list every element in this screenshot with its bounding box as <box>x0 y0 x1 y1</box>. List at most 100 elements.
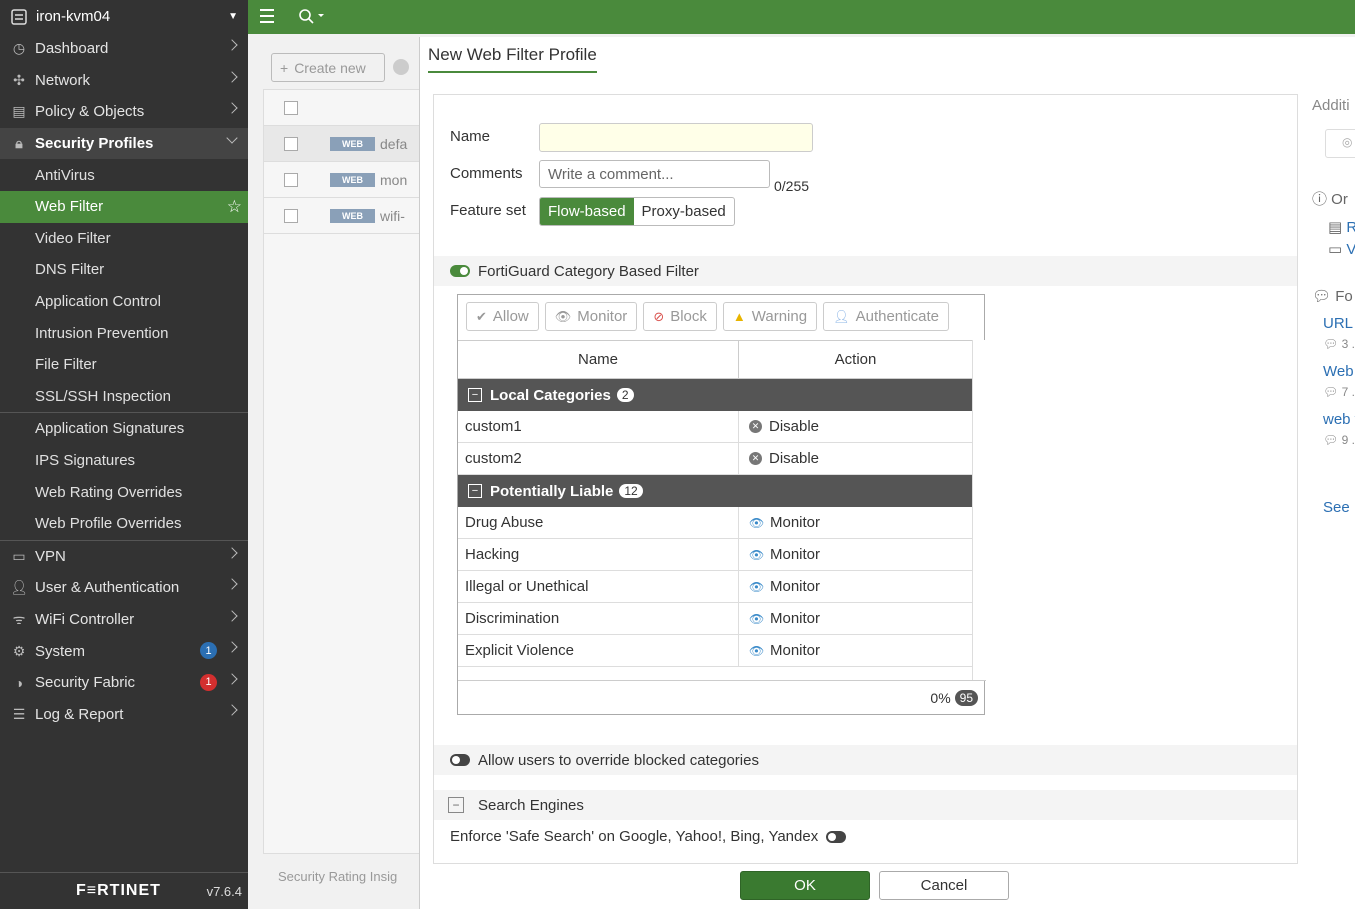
sidebar-item-intrusion-prevention[interactable]: Intrusion Prevention <box>0 317 248 349</box>
sidebar-item-application-control[interactable]: Application Control <box>0 286 248 318</box>
safe-search-toggle[interactable] <box>826 830 847 843</box>
forum-link[interactable]: URL I <box>1323 315 1355 332</box>
nav-security-profiles[interactable]: 🔒︎ Security Profiles <box>0 127 248 160</box>
nav-security-fabric[interactable]: ◑ Security Fabric 1 <box>0 667 248 699</box>
authenticate-button[interactable]: 👤︎ Authenticate <box>823 302 950 331</box>
sidebar-item-web-profile-overrides[interactable]: Web Profile Overrides <box>0 508 248 540</box>
profile-list-panel: + Create new WEB defa WEB mon WEB wifi- Secur… <box>248 34 423 909</box>
collapse-icon[interactable]: − <box>448 797 464 813</box>
category-action[interactable]: ✕ Disable <box>739 411 972 442</box>
sidebar-item-antivirus[interactable]: AntiVirus <box>0 159 248 191</box>
category-name: custom2 <box>458 443 739 474</box>
category-action[interactable]: 👁︎ Monitor <box>739 571 972 602</box>
sidebar-item-file-filter[interactable]: File Filter <box>0 349 248 381</box>
override-toggle[interactable] <box>450 754 470 766</box>
col-name-header[interactable]: Name <box>458 341 739 378</box>
comment-count-value: 3 . <box>1341 337 1355 351</box>
star-icon[interactable]: ☆ <box>227 197 242 217</box>
monitor-button[interactable]: 👁︎ Monitor <box>544 302 638 331</box>
nav-network[interactable]: ✣ Network <box>0 65 248 97</box>
forum-link[interactable]: Web <box>1323 363 1354 380</box>
collapse-icon[interactable]: − <box>468 484 482 498</box>
category-row[interactable]: Illegal or Unethical 👁︎ Monitor <box>458 571 972 603</box>
sidebar-item-dns-filter[interactable]: DNS Filter <box>0 254 248 286</box>
block-button[interactable]: ⊘ Block <box>643 302 717 331</box>
sidebar-item-web-filter[interactable]: Web Filter ☆ <box>0 190 248 223</box>
eye-icon[interactable]: ◎ <box>1325 129 1355 158</box>
table-row[interactable]: WEB defa <box>264 126 422 162</box>
row-checkbox[interactable] <box>284 172 298 187</box>
category-action[interactable]: 👁︎ Monitor <box>739 539 972 570</box>
search-engines-section: − Search Engines <box>434 790 1297 820</box>
allow-button[interactable]: ✔ Allow <box>466 302 539 331</box>
override-section: Allow users to override blocked categori… <box>434 745 1297 775</box>
sidebar-item-ips-signatures[interactable]: IPS Signatures <box>0 445 248 477</box>
user-icon: 👤︎ <box>10 579 28 596</box>
comments-textarea[interactable]: Write a comment... <box>539 160 770 188</box>
sidebar-item-label: Web Profile Overrides <box>35 515 182 533</box>
nav-log-report[interactable]: ☰ Log & Report <box>0 698 248 730</box>
category-row[interactable]: Hacking 👁︎ Monitor <box>458 539 972 571</box>
sidebar-item-video-filter[interactable]: Video Filter <box>0 223 248 255</box>
create-new-button[interactable]: + Create new <box>271 53 385 82</box>
reference-link[interactable]: ▤ R <box>1328 218 1355 236</box>
nav-dashboard[interactable]: ◷ Dashboard <box>0 33 248 65</box>
warning-button[interactable]: ▲ Warning <box>722 302 818 331</box>
chevron-right-icon <box>226 641 238 653</box>
row-checkbox[interactable] <box>284 208 298 223</box>
flow-based-option[interactable]: Flow-based <box>540 198 634 225</box>
table-row[interactable]: WEB mon <box>264 162 422 198</box>
action-label: Monitor <box>770 578 821 595</box>
comment-count: 💬︎ 9 . <box>1323 433 1355 447</box>
video-link[interactable]: ▭ V <box>1328 240 1355 258</box>
collapse-icon[interactable]: − <box>468 388 482 402</box>
top-bar <box>248 0 1355 34</box>
category-row[interactable]: custom1 ✕ Disable <box>458 411 972 443</box>
category-row[interactable]: Explicit Violence 👁︎ Monitor <box>458 635 972 667</box>
search-icon[interactable] <box>298 8 324 27</box>
category-row[interactable]: Drug Abuse 👁︎ Monitor <box>458 507 972 539</box>
policy-icon: ▤ <box>12 103 26 120</box>
table-row[interactable]: WEB wifi- <box>264 198 422 234</box>
fortiguard-toggle[interactable] <box>450 265 470 277</box>
select-all-checkbox[interactable] <box>284 100 298 115</box>
warning-icon: ▲ <box>732 309 746 324</box>
sidebar-item-label: SSL/SSH Inspection <box>35 387 171 405</box>
help-item: ⓘ Or <box>1312 188 1348 209</box>
forum-link[interactable]: web f <box>1323 411 1355 428</box>
nav-wifi-controller[interactable]: ᯤ WiFi Controller <box>0 604 248 636</box>
cancel-button[interactable]: Cancel <box>879 871 1009 900</box>
override-label: Allow users to override blocked categori… <box>478 751 759 769</box>
hamburger-menu-icon[interactable] <box>260 9 274 23</box>
category-row[interactable]: custom2 ✕ Disable <box>458 443 972 475</box>
nav-policy-objects[interactable]: ▤ Policy & Objects <box>0 96 248 128</box>
see-more-link[interactable]: See N <box>1323 499 1355 516</box>
category-action[interactable]: 👁︎ Monitor <box>739 603 972 634</box>
vertical-scrollbar[interactable] <box>972 340 985 680</box>
caret-down-icon: ▼ <box>228 11 238 22</box>
ok-button[interactable]: OK <box>740 871 870 900</box>
name-input[interactable] <box>539 123 813 152</box>
chevron-right-icon <box>226 102 238 114</box>
edit-icon[interactable] <box>393 59 409 75</box>
category-action[interactable]: ✕ Disable <box>739 443 972 474</box>
vpn-icon: ▭ <box>12 547 26 564</box>
category-action[interactable]: 👁︎ Monitor <box>739 635 972 666</box>
nav-vpn[interactable]: ▭ VPN <box>0 541 248 573</box>
category-group-header[interactable]: − Local Categories 2 <box>458 379 972 411</box>
category-name: Discrimination <box>458 603 739 634</box>
sidebar-item-web-rating-overrides[interactable]: Web Rating Overrides <box>0 476 248 508</box>
security-rating-footer[interactable]: Security Rating Insig <box>278 869 397 884</box>
row-checkbox[interactable] <box>284 136 298 151</box>
col-action-header[interactable]: Action <box>739 341 972 378</box>
category-row[interactable]: Discrimination 👁︎ Monitor <box>458 603 972 635</box>
sidebar-item-application-signatures[interactable]: Application Signatures <box>0 413 248 445</box>
nav-system[interactable]: ⚙ System 1 <box>0 635 248 667</box>
device-selector[interactable]: iron-kvm04 ▼ <box>0 0 248 33</box>
nav-user-authentication[interactable]: 👤︎ User & Authentication <box>0 572 248 604</box>
category-group-header[interactable]: − Potentially Liable 12 <box>458 475 972 507</box>
type-tag: WEB <box>330 208 375 223</box>
proxy-based-option[interactable]: Proxy-based <box>634 198 734 225</box>
category-action[interactable]: 👁︎ Monitor <box>739 507 972 538</box>
sidebar-item-ssl-ssh-inspection[interactable]: SSL/SSH Inspection <box>0 381 248 413</box>
